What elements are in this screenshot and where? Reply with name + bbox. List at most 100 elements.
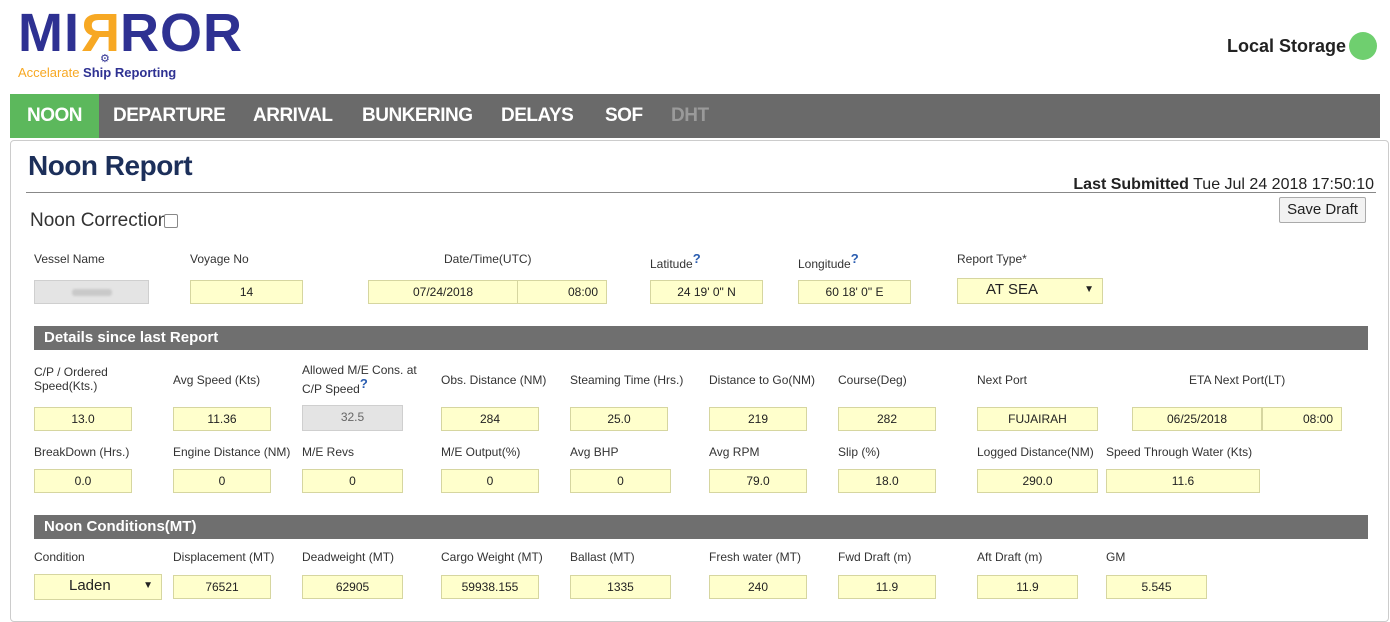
fresh-water-label: Fresh water (MT) [709,550,802,564]
avg-bhp-input[interactable]: 0 [570,469,671,493]
course-label: Course(Deg) [838,373,907,387]
tab-bunkering[interactable]: BUNKERING [345,94,490,138]
breakdown-input[interactable]: 0.0 [34,469,132,493]
local-storage-label: Local Storage [1226,36,1346,56]
stw-label: Speed Through Water (Kts) [1106,445,1253,459]
displacement-input[interactable]: 76521 [173,575,271,599]
engine-distance-input[interactable]: 0 [173,469,271,493]
storage-status-indicator [1349,32,1377,60]
longitude-input[interactable]: 60 18' 0" E [798,280,911,304]
report-type-value: AT SEA [986,281,1038,298]
fwd-draft-input[interactable]: 11.9 [838,575,936,599]
steaming-time-input[interactable]: 25.0 [570,407,668,431]
mirror-logo: MIRROR [18,3,243,63]
avg-rpm-input[interactable]: 79.0 [709,469,807,493]
tagline-ship-reporting: Ship Reporting [83,65,177,80]
avg-speed-label: Avg Speed (Kts) [173,373,261,387]
allowed-me-label: Allowed M/E Cons. at C/P Speed? [302,363,417,396]
logo-tagline: Accelarate Ship Reporting [18,65,176,80]
datetime-label: Date/Time(UTC) [444,252,532,266]
cp-speed-label: C/P / Ordered Speed(Kts.) [34,365,108,393]
save-draft-button[interactable]: Save Draft [1279,197,1366,223]
slip-label: Slip (%) [838,445,881,459]
eta-label: ETA Next Port(LT) [1189,373,1286,387]
ballast-input[interactable]: 1335 [570,575,671,599]
avg-bhp-label: Avg BHP [570,445,619,459]
gm-label: GM [1106,550,1126,564]
slip-input[interactable]: 18.0 [838,469,936,493]
noon-correction-checkbox[interactable] [164,214,178,228]
logo-wordmark: MIRROR [18,3,243,63]
section-details: Details since last Report [34,326,1368,350]
condition-select[interactable]: Laden ▼ [34,574,162,600]
displacement-label: Displacement (MT) [173,550,275,564]
me-output-label: M/E Output(%) [441,445,521,459]
voyage-no-input[interactable]: 14 [190,280,303,304]
cargo-weight-input[interactable]: 59938.155 [441,575,539,599]
aft-draft-input[interactable]: 11.9 [977,575,1078,599]
tab-noon[interactable]: NOON [10,94,99,138]
condition-value: Laden [69,577,111,594]
voyage-no-label: Voyage No [190,252,249,266]
longitude-help-icon[interactable]: ? [851,251,859,266]
vessel-name-field [34,280,149,304]
obs-distance-label: Obs. Distance (NM) [441,373,547,387]
latitude-label: Latitude? [650,251,701,272]
fwd-draft-label: Fwd Draft (m) [838,550,912,564]
report-type-label: Report Type* [957,252,1027,266]
tab-dht: DHT [671,105,709,126]
last-submitted: Last Submitted Tue Jul 24 2018 17:50:10 [1073,176,1374,194]
engine-distance-label: Engine Distance (NM) [173,445,291,459]
allowed-me-help-icon[interactable]: ? [360,376,368,391]
chevron-down-icon: ▼ [1084,284,1094,295]
eta-time-input[interactable]: 08:00 [1262,407,1342,431]
allowed-me-field: 32.5 [302,405,403,431]
latitude-help-icon[interactable]: ? [693,251,701,266]
report-type-select[interactable]: AT SEA ▼ [957,278,1103,304]
tab-sof[interactable]: SOF [588,94,660,138]
distance-to-go-label: Distance to Go(NM) [709,373,816,387]
avg-speed-input[interactable]: 11.36 [173,407,271,431]
next-port-label: Next Port [977,373,1028,387]
deadweight-label: Deadweight (MT) [302,550,395,564]
next-port-input[interactable]: FUJAIRAH [977,407,1098,431]
last-submitted-value: Tue Jul 24 2018 17:50:10 [1193,176,1374,193]
aft-draft-label: Aft Draft (m) [977,550,1043,564]
gm-input[interactable]: 5.545 [1106,575,1207,599]
gear-icon: ⚙ [100,53,110,65]
me-revs-label: M/E Revs [302,445,355,459]
me-output-input[interactable]: 0 [441,469,539,493]
condition-label: Condition [34,550,85,564]
eta-date-input[interactable]: 06/25/2018 [1132,407,1262,431]
cargo-weight-label: Cargo Weight (MT) [441,550,543,564]
avg-rpm-label: Avg RPM [709,445,760,459]
course-input[interactable]: 282 [838,407,936,431]
fresh-water-input[interactable]: 240 [709,575,807,599]
chevron-down-icon: ▼ [143,580,153,591]
date-input[interactable]: 07/24/2018 [368,280,518,304]
tab-departure[interactable]: DEPARTURE [96,94,242,138]
latitude-input[interactable]: 24 19' 0" N [650,280,763,304]
last-submitted-label: Last Submitted [1073,176,1189,193]
cp-speed-input[interactable]: 13.0 [34,407,132,431]
tagline-accelarate: Accelarate [18,65,80,80]
noon-correction-label: Noon Correction [30,210,169,231]
stw-input[interactable]: 11.6 [1106,469,1260,493]
breakdown-label: BreakDown (Hrs.) [34,445,130,459]
steaming-time-label: Steaming Time (Hrs.) [570,373,684,387]
section-noon-conditions: Noon Conditions(MT) [34,515,1368,539]
page-title: Noon Report [28,150,193,181]
logged-distance-input[interactable]: 290.0 [977,469,1098,493]
obs-distance-input[interactable]: 284 [441,407,539,431]
vessel-name-label: Vessel Name [34,252,105,266]
me-revs-input[interactable]: 0 [302,469,403,493]
main-nav: NOON DEPARTURE ARRIVAL BUNKERING DELAYS … [10,94,1380,138]
time-input[interactable]: 08:00 [517,280,607,304]
ballast-label: Ballast (MT) [570,550,635,564]
distance-to-go-input[interactable]: 219 [709,407,807,431]
tab-delays[interactable]: DELAYS [484,94,590,138]
logged-distance-label: Logged Distance(NM) [977,445,1094,459]
longitude-label: Longitude? [798,251,859,272]
tab-arrival[interactable]: ARRIVAL [236,94,350,138]
deadweight-input[interactable]: 62905 [302,575,403,599]
